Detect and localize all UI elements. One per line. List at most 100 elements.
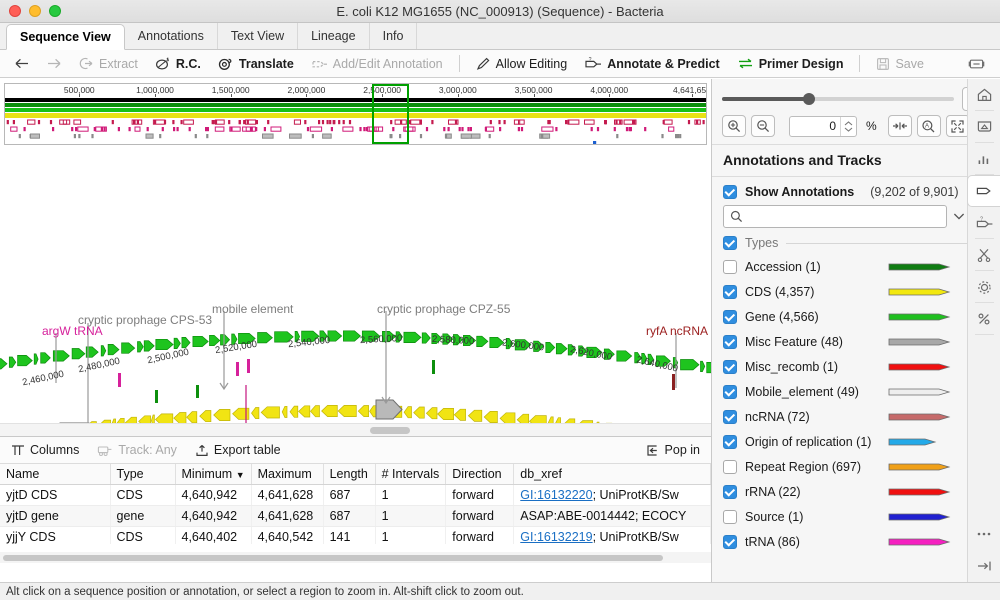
zoom-slider[interactable] — [722, 92, 954, 106]
tab-sequence-view[interactable]: Sequence View — [6, 24, 125, 50]
col-intervals[interactable]: # Intervals — [375, 464, 446, 485]
zoom-value-field[interactable]: 0 — [789, 116, 857, 137]
annotation-type-row[interactable]: Misc Feature (48)‹› — [723, 329, 1000, 354]
rc-button[interactable]: R.C. — [148, 55, 208, 73]
chart-button[interactable] — [968, 143, 1000, 175]
table-hscrollbar[interactable] — [0, 552, 711, 563]
columns-button[interactable]: Columns — [9, 441, 81, 459]
forward-button[interactable] — [40, 55, 69, 72]
annotation-type-checkbox[interactable] — [723, 485, 737, 499]
genome-overview[interactable]: 500,0001,000,0001,500,0002,000,0002,500,… — [4, 83, 707, 145]
types-checkbox[interactable] — [723, 236, 737, 250]
strand-tick-feature[interactable] — [236, 362, 239, 376]
zoom-slider-thumb[interactable] — [803, 93, 815, 105]
extract-button[interactable]: Extract — [72, 55, 145, 73]
settings-button[interactable] — [968, 271, 1000, 303]
annotation-type-row[interactable]: Misc_recomb (1)‹› — [723, 354, 1000, 379]
zoom-selection-button[interactable]: A — [917, 115, 941, 137]
translate-button[interactable]: Translate — [211, 55, 301, 73]
table-hscroll-thumb[interactable] — [3, 555, 663, 561]
col-direction[interactable]: Direction — [446, 464, 514, 485]
col-dbxref[interactable]: db_xref — [514, 464, 711, 485]
annotation-type-row[interactable]: Repeat Region (697)‹› — [723, 454, 1000, 479]
strand-tick-feature[interactable] — [247, 359, 250, 373]
annotation-type-checkbox[interactable] — [723, 360, 737, 374]
toggle-panel-button[interactable] — [961, 55, 992, 73]
percent-button[interactable] — [968, 303, 1000, 335]
strand-tick-feature[interactable] — [672, 374, 675, 390]
col-type[interactable]: Type — [110, 464, 175, 485]
annotation-type-row[interactable]: Source (1)‹› — [723, 504, 1000, 529]
col-name[interactable]: Name — [0, 464, 110, 485]
tab-lineage[interactable]: Lineage — [298, 23, 370, 49]
annotation-type-checkbox[interactable] — [723, 435, 737, 449]
feature-label[interactable]: argW tRNA — [42, 324, 103, 338]
feature-label[interactable]: cryptic prophage CPZ-55 — [377, 302, 510, 316]
annotation-type-checkbox[interactable] — [723, 260, 737, 274]
col-minimum[interactable]: Minimum ▼ — [175, 464, 251, 485]
sequence-hscroll-thumb[interactable] — [370, 427, 410, 434]
annotate-predict-rail-button[interactable]: ? — [968, 207, 1000, 239]
annotation-type-row[interactable]: rRNA (22)‹› — [723, 479, 1000, 504]
show-annotations-row[interactable]: Show Annotations (9,202 of 9,901) — [712, 177, 1000, 205]
zoom-in-button[interactable] — [722, 115, 746, 137]
col-maximum[interactable]: Maximum — [251, 464, 323, 485]
annotation-type-checkbox[interactable] — [723, 335, 737, 349]
feature-label[interactable]: ryfA ncRNA — [646, 324, 708, 338]
search-input[interactable] — [748, 210, 940, 224]
table-row[interactable]: yjtD genegene4,640,9424,641,6286871forwa… — [0, 506, 711, 527]
strand-tick-feature[interactable] — [118, 373, 121, 387]
col-length[interactable]: Length — [323, 464, 375, 485]
show-annotations-checkbox[interactable] — [723, 185, 737, 199]
annotate-predict-button[interactable]: ? Annotate & Predict — [577, 55, 727, 73]
export-table-button[interactable]: Export table — [193, 441, 283, 459]
annotation-type-row[interactable]: Mobile_element (49)‹› — [723, 379, 1000, 404]
table-row[interactable]: yjjY CDSCDS4,640,4024,640,5421411forward… — [0, 527, 711, 545]
scissors-button[interactable] — [968, 239, 1000, 271]
annotation-arrow-button[interactable] — [967, 175, 1000, 207]
annotation-type-row[interactable]: CDS (4,357)‹› — [723, 279, 1000, 304]
search-dropdown-icon[interactable] — [953, 212, 965, 221]
search-box[interactable] — [723, 205, 947, 228]
zoom-stepper[interactable] — [840, 117, 856, 136]
table-row[interactable]: yjtD CDSCDS4,640,9424,641,6286871forward… — [0, 485, 711, 506]
dbxref-link[interactable]: GI:16132219 — [520, 530, 592, 544]
annotation-type-checkbox[interactable] — [723, 410, 737, 424]
dbxref-link[interactable]: GI:16132220 — [520, 488, 592, 502]
collapse-panel-button[interactable] — [968, 550, 1000, 582]
annotation-table[interactable]: Name Type Minimum ▼ Maximum Length # Int… — [0, 464, 711, 544]
annotation-type-row[interactable]: tRNA (86)‹› — [723, 529, 1000, 554]
annotation-type-row[interactable]: Accession (1)‹› — [723, 254, 1000, 279]
annotation-type-checkbox[interactable] — [723, 535, 737, 549]
sequence-canvas[interactable]: cryptic prophage CPS-53mobile elementcry… — [0, 145, 711, 433]
track-filter-button[interactable]: Track: Any — [95, 441, 179, 459]
strand-tick-feature[interactable] — [196, 385, 199, 398]
fit-width-button[interactable] — [888, 115, 912, 137]
feature-label[interactable]: mobile element — [212, 302, 293, 316]
annotation-type-row[interactable]: ncRNA (72)‹› — [723, 404, 1000, 429]
more-options-button[interactable] — [968, 518, 1000, 550]
add-edit-annotation-button[interactable]: Add/Edit Annotation — [304, 55, 450, 73]
pop-in-button[interactable]: Pop in — [643, 441, 702, 459]
types-group-header[interactable]: Types — [712, 236, 1000, 254]
strand-tick-feature[interactable] — [155, 390, 158, 403]
zoom-out-button[interactable] — [751, 115, 775, 137]
screen-button[interactable] — [968, 111, 1000, 143]
annotation-type-checkbox[interactable] — [723, 285, 737, 299]
annotation-type-checkbox[interactable] — [723, 385, 737, 399]
primer-design-button[interactable]: Primer Design — [730, 55, 851, 73]
sequence-hscrollbar[interactable] — [0, 423, 711, 436]
back-button[interactable] — [8, 55, 37, 72]
allow-editing-button[interactable]: Allow Editing — [469, 55, 575, 73]
tab-text-view[interactable]: Text View — [218, 23, 298, 49]
annotation-type-checkbox[interactable] — [723, 310, 737, 324]
tab-annotations[interactable]: Annotations — [125, 23, 218, 49]
save-button[interactable]: Save — [869, 55, 931, 73]
tab-info[interactable]: Info — [370, 23, 418, 49]
annotation-type-checkbox[interactable] — [723, 460, 737, 474]
annotation-type-checkbox[interactable] — [723, 510, 737, 524]
annotation-type-row[interactable]: Origin of replication (1)‹› — [723, 429, 1000, 454]
annotation-type-row[interactable]: Gene (4,566)‹› — [723, 304, 1000, 329]
strand-tick-feature[interactable] — [432, 360, 435, 374]
home-button[interactable] — [968, 79, 1000, 111]
